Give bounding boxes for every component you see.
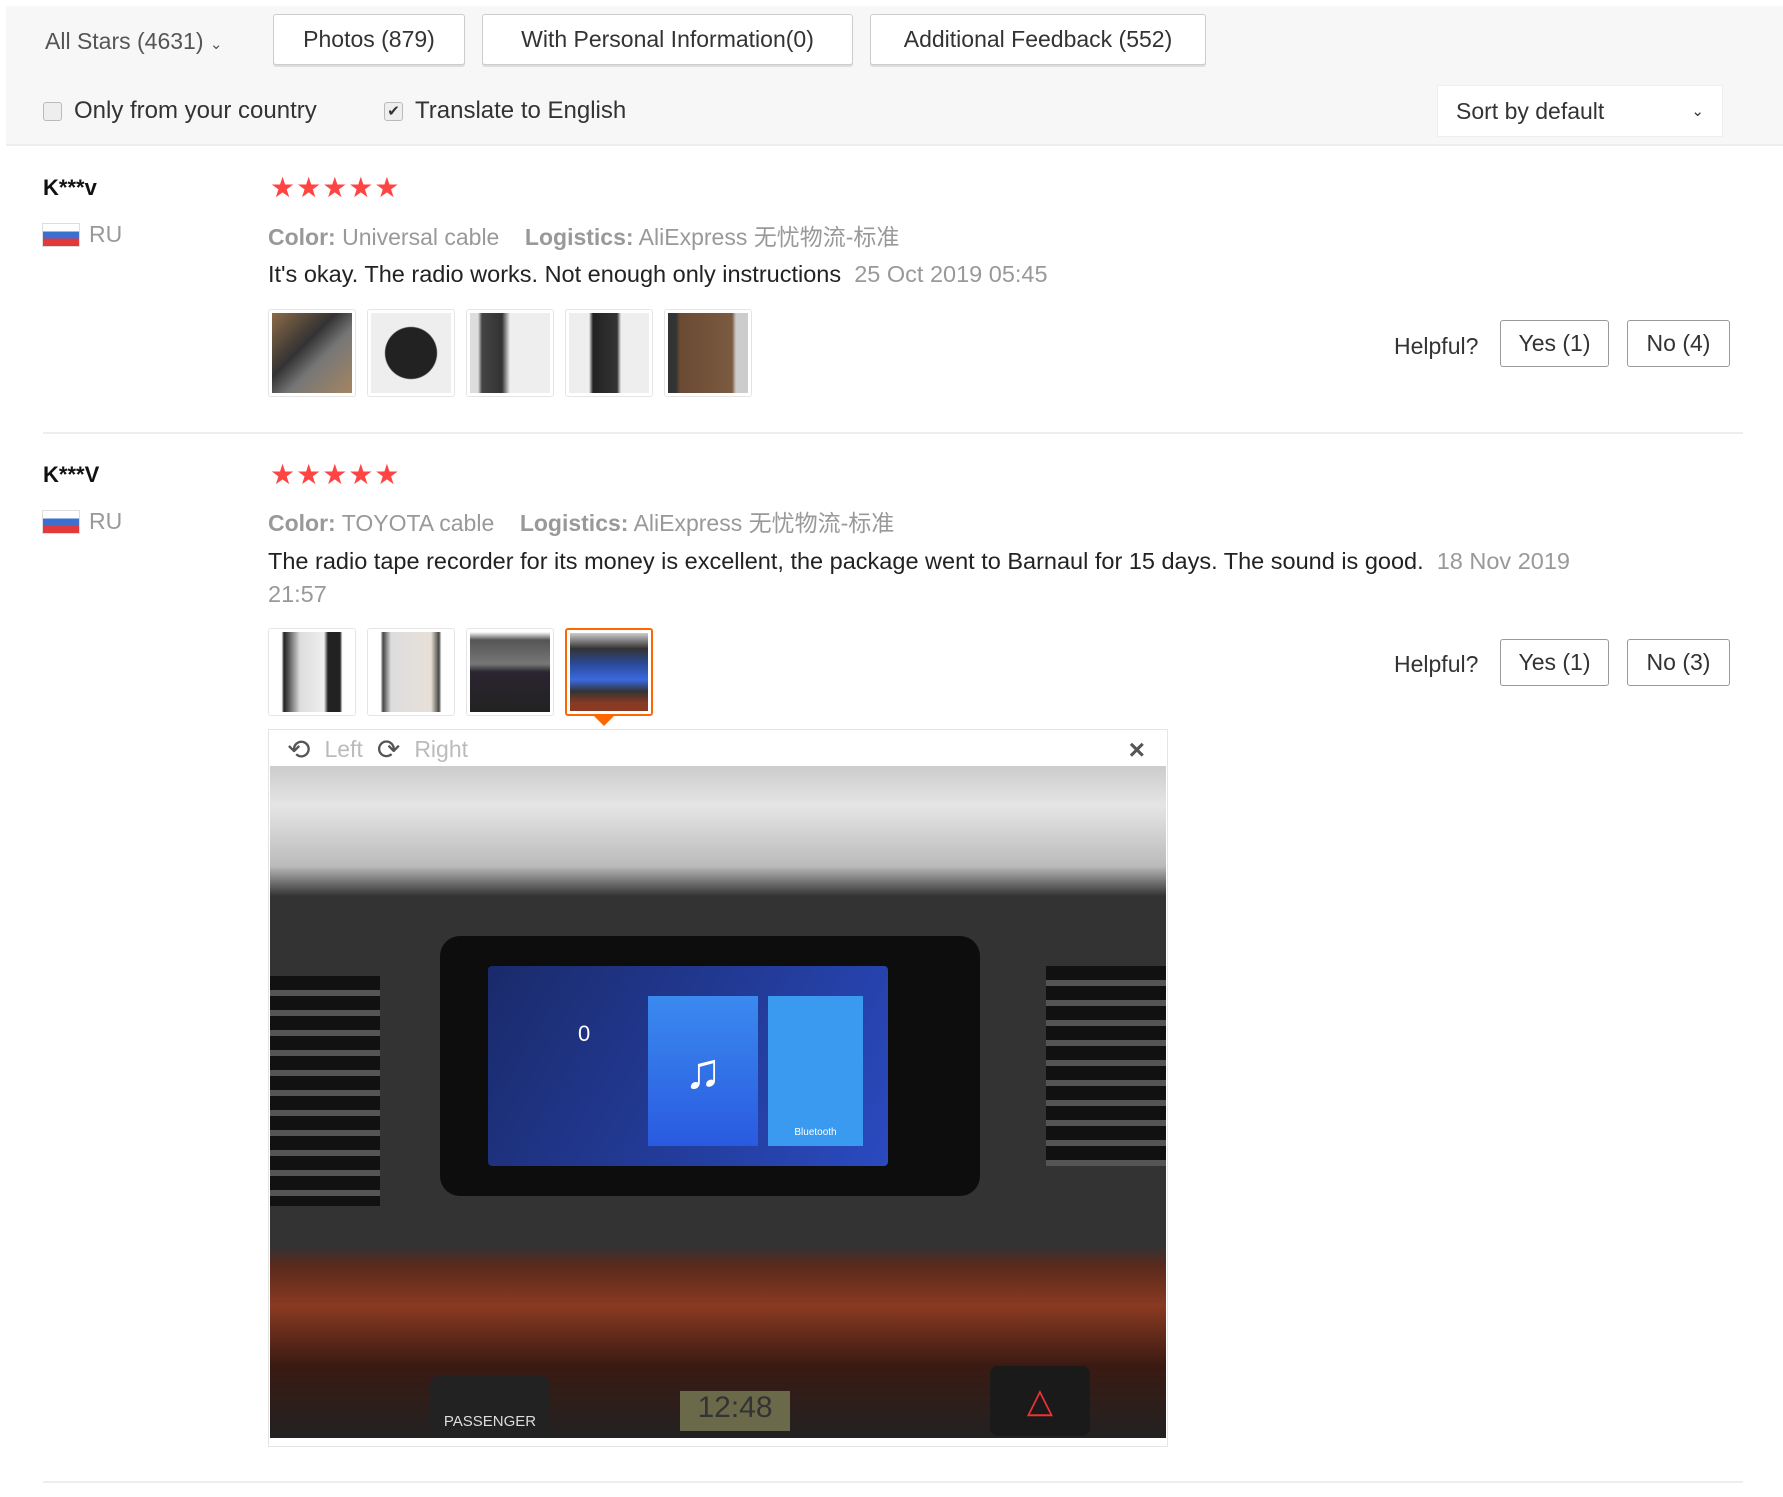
translate-label: Translate to English: [415, 97, 627, 124]
sort-label: Sort by default: [1456, 97, 1605, 124]
review-meta: Color: TOYOTA cable Logistics: AliExpres…: [268, 504, 894, 538]
review-photo-thumb[interactable]: [466, 628, 554, 716]
rotate-right-button[interactable]: Right: [414, 736, 468, 763]
review-photo-thumb[interactable]: [367, 309, 455, 397]
helpful-yes-button[interactable]: Yes (1): [1500, 639, 1609, 686]
reviewer-name: K***v: [43, 175, 97, 200]
chevron-down-icon: ⌄: [209, 36, 223, 53]
russia-flag-icon: [43, 223, 79, 246]
all-stars-label: All Stars (4631): [45, 28, 204, 54]
review-divider: [43, 432, 1743, 434]
color-label: Color:: [268, 510, 336, 536]
bluetooth-tile: Bluetooth: [768, 996, 863, 1146]
russia-flag-icon: [43, 510, 79, 533]
helpful-label: Helpful?: [1394, 651, 1479, 677]
personal-info-filter-button[interactable]: With Personal Information(0): [482, 14, 853, 65]
country-code: RU: [89, 508, 123, 534]
sort-select[interactable]: Sort by default ⌄: [1437, 85, 1723, 137]
star-rating: ★★★★★: [270, 459, 401, 490]
review-photos: [268, 628, 653, 716]
review-divider: [43, 1481, 1743, 1483]
review-photo-thumb[interactable]: [664, 309, 752, 397]
reviewer-country: RU: [43, 221, 122, 248]
selected-thumb-arrow: [594, 716, 614, 726]
color-value: TOYOTA cable: [341, 510, 495, 536]
air-vent: [1046, 966, 1166, 1166]
helpful-no-button[interactable]: No (4): [1627, 320, 1730, 367]
logistics-label: Logistics:: [524, 224, 634, 250]
air-vent: [270, 976, 380, 1206]
chevron-down-icon: ⌄: [1691, 103, 1704, 120]
logistics-label: Logistics:: [519, 510, 629, 536]
all-stars-dropdown[interactable]: All Stars (4631) ⌄: [45, 28, 222, 55]
clock-display: 12:48: [680, 1391, 790, 1431]
review-body: It's okay. The radio works. Not enough o…: [268, 261, 842, 287]
reviewer-country: RU: [43, 508, 122, 535]
review-date: 25 Oct 2019 05:45: [854, 261, 1048, 287]
review-text: The radio tape recorder for its money is…: [268, 545, 1588, 611]
helpful-yes-button[interactable]: Yes (1): [1500, 320, 1609, 367]
star-rating: ★★★★★: [270, 172, 401, 203]
review-body: The radio tape recorder for its money is…: [268, 548, 1424, 574]
passenger-label: PASSENGER: [430, 1376, 550, 1436]
radio-screen: 0 ♫ Bluetooth: [488, 966, 888, 1166]
close-icon[interactable]: ×: [1129, 734, 1145, 766]
review-photo-large: 0 ♫ Bluetooth PASSENGER 12:48 △: [270, 766, 1166, 1438]
review-meta: Color: Universal cable Logistics: AliExp…: [268, 218, 899, 252]
additional-feedback-filter-button[interactable]: Additional Feedback (552): [870, 14, 1206, 65]
color-label: Color:: [268, 224, 336, 250]
speed-readout: 0: [578, 1021, 591, 1046]
country-code: RU: [89, 221, 123, 247]
only-country-filter[interactable]: Only from your country: [43, 97, 317, 125]
reviewer-name: K***V: [43, 462, 100, 487]
music-note-icon: ♫: [648, 996, 758, 1146]
photos-filter-button[interactable]: Photos (879): [273, 14, 465, 65]
review-photo-thumb[interactable]: [268, 309, 356, 397]
logistics-value: AliExpress 无忧物流-标准: [633, 510, 895, 536]
translate-checkbox[interactable]: ✔: [384, 101, 403, 121]
photo-viewer-toolbar: ⟲ Left ⟳ Right ×: [269, 730, 1167, 768]
rotate-right-icon[interactable]: ⟳: [377, 733, 400, 766]
photo-viewer: ⟲ Left ⟳ Right × 0 ♫ Bluetooth PASSENGER 1…: [268, 729, 1168, 1447]
helpful-no-button[interactable]: No (3): [1627, 639, 1730, 686]
only-country-checkbox[interactable]: [43, 101, 62, 121]
review-photo-thumb[interactable]: [466, 309, 554, 397]
hazard-icon: △: [990, 1366, 1090, 1436]
review-photo-thumb[interactable]: [565, 309, 653, 397]
helpful-label: Helpful?: [1394, 333, 1479, 359]
review-photo-thumb-selected[interactable]: [565, 628, 653, 716]
translate-filter[interactable]: ✔ Translate to English: [384, 97, 626, 125]
only-country-label: Only from your country: [74, 97, 317, 124]
rotate-left-button[interactable]: Left: [324, 736, 362, 763]
review-photo-thumb[interactable]: [367, 628, 455, 716]
logistics-value: AliExpress 无忧物流-标准: [638, 224, 900, 250]
review-text: It's okay. The radio works. Not enough o…: [268, 258, 1568, 291]
rotate-left-icon[interactable]: ⟲: [287, 733, 310, 766]
color-value: Universal cable: [342, 224, 500, 250]
review-photos: [268, 309, 752, 397]
review-photo-thumb[interactable]: [268, 628, 356, 716]
